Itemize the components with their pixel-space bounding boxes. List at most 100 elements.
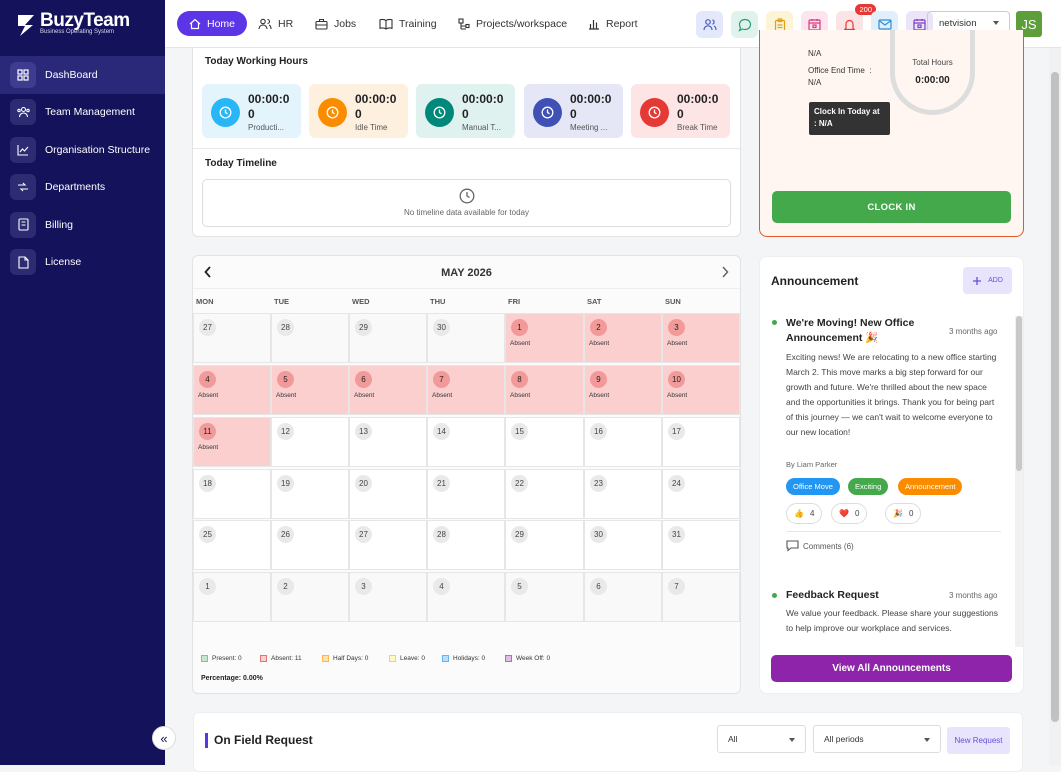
total-hours-ring xyxy=(890,30,975,115)
day-number: 8 xyxy=(511,371,528,388)
calendar-day-cell[interactable]: 25 xyxy=(193,520,271,570)
logo-mark-icon xyxy=(18,15,34,36)
calendar-day-cell[interactable]: 1 xyxy=(193,572,271,622)
sidebar-item-organisation-structure[interactable]: Organisation Structure xyxy=(0,131,165,169)
status-filter-select[interactable]: All xyxy=(717,725,806,753)
calendar-day-cell[interactable]: 27 xyxy=(193,313,271,363)
announcement-scrollbar[interactable] xyxy=(1015,316,1023,647)
announcement-item-title[interactable]: Feedback Request xyxy=(786,588,879,603)
chevron-down-icon xyxy=(924,738,930,742)
calendar-day-cell[interactable]: 11 Absent xyxy=(193,417,271,467)
office-end-value: N/A xyxy=(808,78,822,87)
announcement-item-time: 3 months ago xyxy=(949,591,998,600)
calendar-day-cell[interactable]: 24 xyxy=(662,469,740,519)
nav-training[interactable]: Training xyxy=(379,11,437,36)
sidebar-item-team-management[interactable]: Team Management xyxy=(0,94,165,132)
calendar-day-cell[interactable]: 28 xyxy=(427,520,505,570)
calendar-day-cell[interactable]: 21 xyxy=(427,469,505,519)
calendar-day-cell[interactable]: 16 xyxy=(584,417,662,467)
new-request-button[interactable]: New Request xyxy=(947,727,1010,754)
period-filter-select[interactable]: All periods xyxy=(813,725,941,753)
calendar-day-cell[interactable]: 27 xyxy=(349,520,427,570)
reaction-count: 0 xyxy=(854,509,860,518)
add-announcement-button[interactable]: ADD xyxy=(963,267,1012,294)
calendar-day-cell[interactable]: 2 xyxy=(271,572,349,622)
announcement-tag[interactable]: Exciting xyxy=(848,478,889,495)
clock-in-button[interactable]: CLOCK IN xyxy=(772,191,1011,223)
reaction-button[interactable]: 👍 4 xyxy=(786,503,823,524)
calendar-day-cell[interactable]: 13 xyxy=(349,417,427,467)
comments-link[interactable]: Comments (6) xyxy=(786,540,854,552)
nav-projects[interactable]: Projects/workspace xyxy=(458,11,567,36)
day-status: Absent xyxy=(432,392,453,399)
day-number: 20 xyxy=(355,475,372,492)
sidebar-item-license[interactable]: License xyxy=(0,244,165,282)
day-status: Absent xyxy=(589,392,610,399)
nav-jobs[interactable]: Jobs xyxy=(315,11,356,36)
calendar-day-cell[interactable]: 14 xyxy=(427,417,505,467)
calendar-day-cell[interactable]: 3 xyxy=(349,572,427,622)
sidebar-collapse-button[interactable]: « xyxy=(152,726,176,750)
party-icon: 🎉 xyxy=(893,509,903,518)
calendar-header: MAY 2026 xyxy=(193,256,740,289)
day-status: Absent xyxy=(589,340,610,347)
calendar-day-cell[interactable]: 29 xyxy=(349,313,427,363)
calendar-day-cell[interactable]: 17 xyxy=(662,417,740,467)
calendar-day-cell[interactable]: 15 xyxy=(505,417,584,467)
sidebar-item-billing[interactable]: Billing xyxy=(0,206,165,244)
calendar-day-cell[interactable]: 18 xyxy=(193,469,271,519)
calendar-day-cell[interactable]: 28 xyxy=(271,313,349,363)
calendar-day-cell[interactable]: 7 Absent xyxy=(427,365,505,415)
total-hours-label: Total Hours xyxy=(912,58,953,67)
announcement-item-title[interactable]: We're Moving! New Office Announcement 🎉 xyxy=(786,316,936,346)
calendar-day-cell[interactable]: 7 xyxy=(662,572,740,622)
nav-report[interactable]: Report xyxy=(588,11,638,36)
nav-hr[interactable]: HR xyxy=(258,11,293,36)
team-quick-button[interactable] xyxy=(696,11,723,38)
calendar-day-cell[interactable]: 5 Absent xyxy=(271,365,349,415)
calendar-day-cell[interactable]: 30 xyxy=(584,520,662,570)
calendar-day-cell[interactable]: 30 xyxy=(427,313,505,363)
brand-tagline: Business Operating System xyxy=(40,29,115,35)
tile-value: 00:00:00 xyxy=(570,92,612,121)
page-scrollbar[interactable] xyxy=(1049,48,1061,765)
calendar-day-cell[interactable]: 5 xyxy=(505,572,584,622)
calendar-day-cell[interactable]: 12 xyxy=(271,417,349,467)
chevron-right-icon[interactable] xyxy=(720,265,730,279)
day-number: 3 xyxy=(355,578,372,595)
scrollbar-thumb[interactable] xyxy=(1016,316,1022,471)
calendar-day-cell[interactable]: 20 xyxy=(349,469,427,519)
scrollbar-thumb[interactable] xyxy=(1051,72,1059,722)
chat-button[interactable] xyxy=(731,11,758,38)
nav-home[interactable]: Home xyxy=(177,11,247,36)
calendar-day-cell[interactable]: 1 Absent xyxy=(505,313,584,363)
announcement-tag[interactable]: Office Move xyxy=(786,478,840,495)
calendar-day-cell[interactable]: 6 Absent xyxy=(349,365,427,415)
view-all-announcements-button[interactable]: View All Announcements xyxy=(771,655,1012,682)
calendar-day-cell[interactable]: 26 xyxy=(271,520,349,570)
calendar-day-cell[interactable]: 4 xyxy=(427,572,505,622)
announcement-tag[interactable]: Announcement xyxy=(898,478,963,495)
calendar-day-cell[interactable]: 19 xyxy=(271,469,349,519)
timeline-panel: No timeline data available for today xyxy=(202,179,731,227)
calendar-day-cell[interactable]: 10 Absent xyxy=(662,365,740,415)
calendar-day-cell[interactable]: 3 Absent xyxy=(662,313,740,363)
tile-value: 00:00:00 xyxy=(248,92,290,121)
sidebar-item-dashboard[interactable]: DashBoard xyxy=(0,56,165,94)
calendar-day-cell[interactable]: 4 Absent xyxy=(193,365,271,415)
reaction-button[interactable]: ❤️ 0 xyxy=(831,503,868,524)
calendar-day-cell[interactable]: 23 xyxy=(584,469,662,519)
calendar-day-cell[interactable]: 6 xyxy=(584,572,662,622)
calendar-day-cell[interactable]: 9 Absent xyxy=(584,365,662,415)
calendar-day-cell[interactable]: 31 xyxy=(662,520,740,570)
sidebar-item-departments[interactable]: Departments xyxy=(0,169,165,207)
on-field-request-title: On Field Request xyxy=(214,733,313,747)
calendar-day-cell[interactable]: 8 Absent xyxy=(505,365,584,415)
calendar-day-cell[interactable]: 22 xyxy=(505,469,584,519)
calendar-day-cell[interactable]: 29 xyxy=(505,520,584,570)
reaction-button[interactable]: 🎉 0 xyxy=(885,503,922,524)
timeline-empty-text: No timeline data available for today xyxy=(404,208,529,217)
nav-home-label: Home xyxy=(206,17,235,30)
legend-item: Half Days: 0 xyxy=(322,655,368,662)
calendar-day-cell[interactable]: 2 Absent xyxy=(584,313,662,363)
